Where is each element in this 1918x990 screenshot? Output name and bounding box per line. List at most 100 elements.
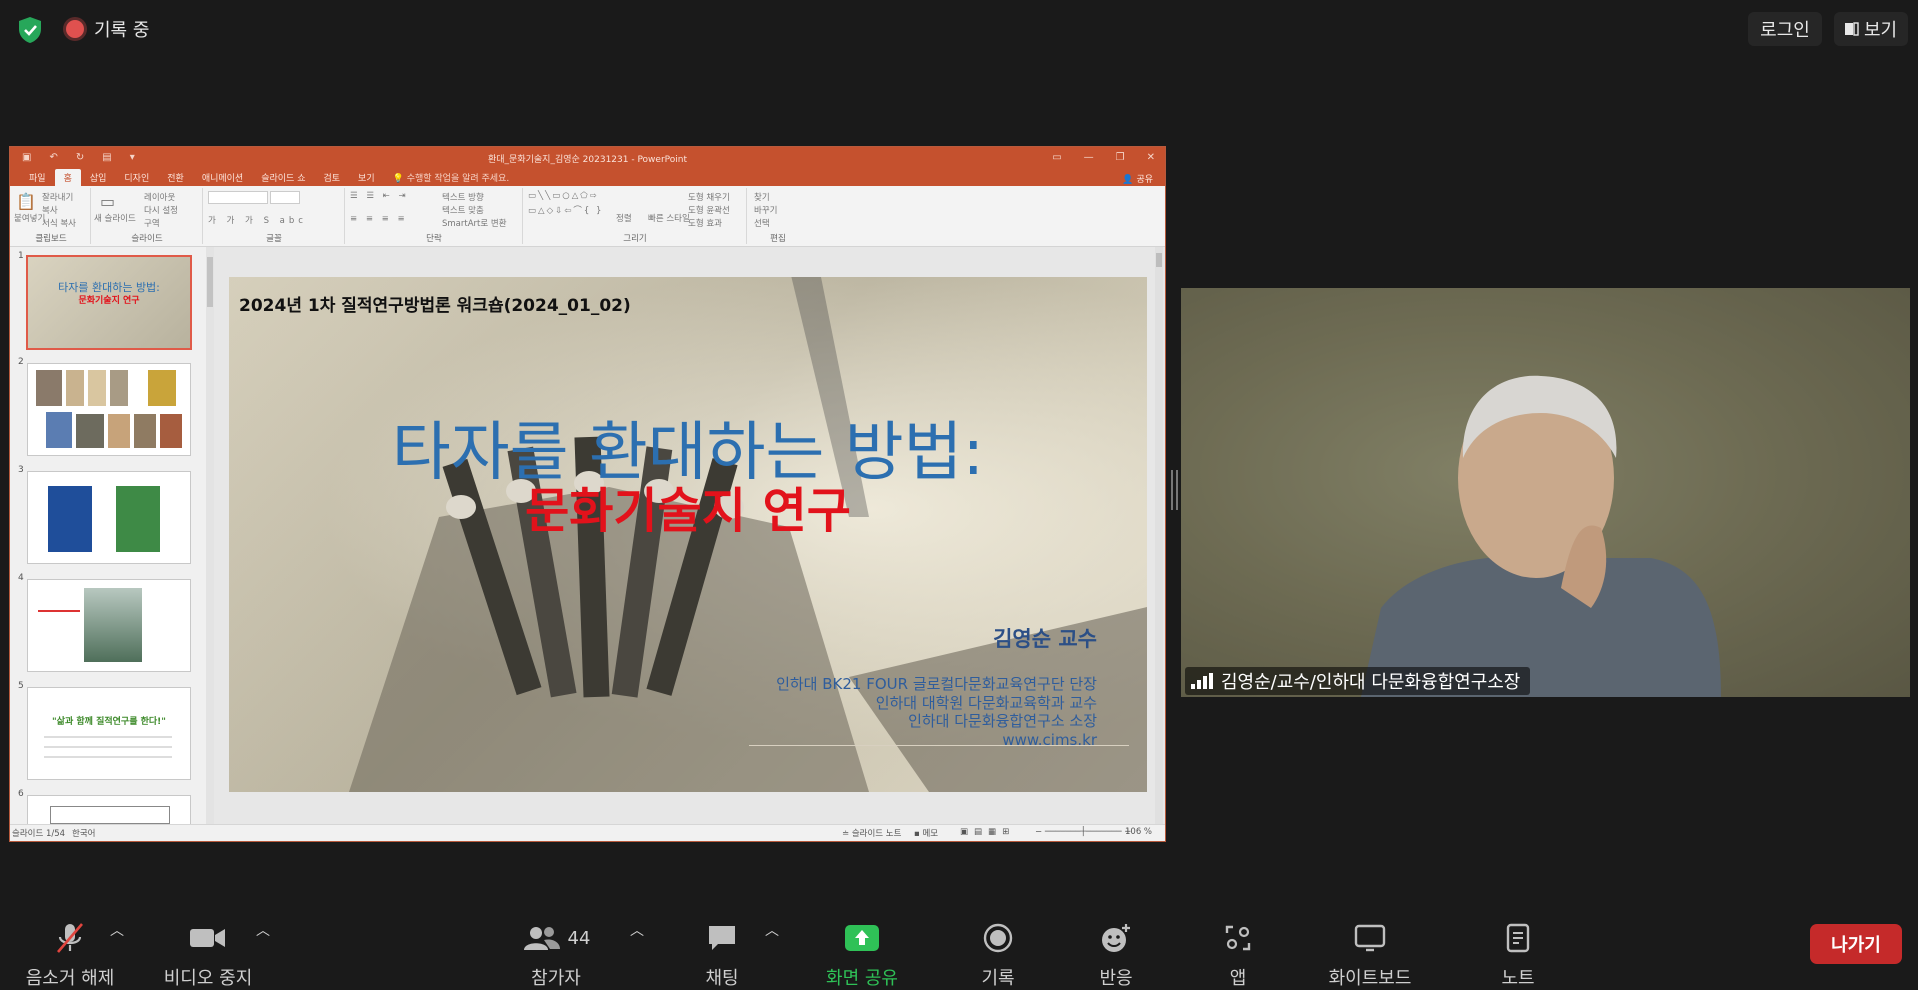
slide-thumbnail-2[interactable] <box>27 363 191 456</box>
stop-video-button[interactable]: 비디오 중지 <box>152 920 264 989</box>
bullet-icons[interactable]: ☰ ☰ ⇤ ⇥ <box>350 191 409 201</box>
shape-effects-button[interactable]: 도형 효과 <box>688 217 722 229</box>
share-screen-label: 화면 공유 <box>826 968 898 989</box>
slide-thumbnail-6[interactable] <box>27 795 191 826</box>
participant-name: 김영순/교수/인하대 다문화융합연구소장 <box>1221 672 1521 693</box>
paste-icon[interactable]: 📋 <box>16 192 36 211</box>
shapes-gallery[interactable]: ▭╲╲▭○△⬠⇨ <box>528 191 599 201</box>
video-options-chevron-icon[interactable]: ︿ <box>256 920 270 940</box>
quick-styles-button[interactable]: 빠른 스타일 <box>648 212 690 224</box>
layout-button[interactable]: 레이아웃 <box>144 191 175 203</box>
slide-thumbnail-1[interactable]: 타자를 환대하는 방법: 문화기술지 연구 <box>26 255 192 350</box>
format-painter-button[interactable]: 서식 복사 <box>42 217 76 229</box>
copy-button[interactable]: 복사 <box>42 204 58 216</box>
chat-options-chevron-icon[interactable]: ︿ <box>765 920 779 940</box>
slide-scrollbar[interactable] <box>1155 247 1163 825</box>
ppt-title-bar: ▣ ↶ ↻ ▤ ▾ 환대_문화기술지_김영순 20231231 - PowerP… <box>10 147 1165 169</box>
tab-insert[interactable]: 삽입 <box>81 169 116 186</box>
arrange-button[interactable]: 정렬 <box>616 212 632 224</box>
participants-chevron-icon[interactable]: ︿ <box>630 920 644 940</box>
close-icon[interactable]: ✕ <box>1147 152 1155 163</box>
tab-design[interactable]: 디자인 <box>115 169 158 186</box>
tab-animations[interactable]: 애니메이션 <box>193 169 252 186</box>
participants-icon: 44 <box>500 920 612 956</box>
participant-video-tile[interactable]: 김영순/교수/인하대 다문화융합연구소장 <box>1181 288 1910 697</box>
slide-thumbnail-5[interactable]: "삶과 함께 질적연구를 한다!" <box>27 687 191 780</box>
leave-meeting-button[interactable]: 나가기 <box>1810 924 1902 964</box>
participants-button[interactable]: 44 참가자 <box>500 920 612 989</box>
align-text-button[interactable]: 텍스트 맞춤 <box>442 204 484 216</box>
reactions-button[interactable]: 반응 <box>1060 920 1172 989</box>
ppt-workspace: 1 타자를 환대하는 방법: 문화기술지 연구 2 3 4 5 "삶과 함께 질… <box>10 247 1165 826</box>
affiliation-line: 인하대 대학원 다문화교육학과 교수 <box>875 693 1097 712</box>
align-icons[interactable]: ≡ ≡ ≡ ≡ <box>350 214 408 224</box>
chat-button[interactable]: 채팅 <box>666 920 778 989</box>
unmute-label: 음소거 해제 <box>25 968 115 989</box>
whiteboard-button[interactable]: 화이트보드 <box>1314 920 1426 989</box>
tab-home[interactable]: 홈 <box>54 169 81 186</box>
participants-label: 참가자 <box>531 968 581 989</box>
zoom-slider[interactable]: − ───────┼─────── + <box>1035 827 1131 837</box>
login-button[interactable]: 로그인 <box>1748 12 1822 46</box>
tab-review[interactable]: 검토 <box>314 169 349 186</box>
audio-options-chevron-icon[interactable]: ︿ <box>110 920 124 940</box>
slide-thumbnails-pane[interactable]: 1 타자를 환대하는 방법: 문화기술지 연구 2 3 4 5 "삶과 함께 질… <box>10 247 213 826</box>
thumb-5-title: "삶과 함께 질적연구를 한다!" <box>52 717 166 727</box>
tab-file[interactable]: 파일 <box>20 169 55 186</box>
font-size-field[interactable] <box>270 191 300 204</box>
meeting-controls-toolbar: 음소거 해제 ︿ 비디오 중지 ︿ 44 참가자 ︿ 채팅 ︿ 화면 공유 기록 <box>0 900 1918 989</box>
slide-editor-canvas[interactable]: 2024년 1차 질적연구방법론 워크숍(2024_01_02) 타자를 환대하… <box>229 277 1147 792</box>
share-button[interactable]: 👤 공유 <box>1122 172 1153 185</box>
shape-outline-button[interactable]: 도형 윤곽선 <box>688 204 730 216</box>
ribbon-home: 📋 붙여넣기 잘라내기 복사 서식 복사 클립보드 ▭ 새 슬라이드 레이아웃 … <box>10 186 1165 247</box>
tab-slideshow[interactable]: 슬라이드 쇼 <box>252 169 314 186</box>
ribbon-tabs: 파일 홈 삽입 디자인 전환 애니메이션 슬라이드 쇼 검토 보기 💡 수행할 … <box>10 169 1165 186</box>
editing-group-label: 편집 <box>770 234 786 244</box>
new-slide-icon[interactable]: ▭ <box>100 192 115 211</box>
shared-screen-powerpoint[interactable]: ▣ ↶ ↻ ▤ ▾ 환대_문화기술지_김영순 20231231 - PowerP… <box>9 146 1166 842</box>
comments-button[interactable]: ▪ 메모 <box>914 827 938 839</box>
find-button[interactable]: 찾기 <box>754 191 770 203</box>
minimize-icon[interactable]: — <box>1084 152 1094 163</box>
cut-button[interactable]: 잘라내기 <box>42 191 73 203</box>
slide-thumbnail-3[interactable] <box>27 471 191 564</box>
panel-resize-handle[interactable] <box>1171 470 1178 510</box>
share-screen-button[interactable]: 화면 공유 <box>806 920 918 989</box>
select-button[interactable]: 선택 <box>754 217 770 229</box>
reset-button[interactable]: 다시 설정 <box>144 204 178 216</box>
zoom-level[interactable]: 106 % <box>1125 827 1152 837</box>
replace-button[interactable]: 바꾸기 <box>754 204 777 216</box>
security-shield-icon[interactable] <box>14 14 46 46</box>
shapes-gallery-row2[interactable]: ▭△◇⇩⇦⌒{ } <box>528 204 603 216</box>
restore-icon[interactable]: ❐ <box>1116 152 1125 163</box>
tab-view[interactable]: 보기 <box>349 169 384 186</box>
view-button[interactable]: 보기 <box>1834 12 1908 46</box>
tell-me-search[interactable]: 💡 수행할 작업을 알려 주세요. <box>384 169 519 186</box>
notes-button[interactable]: 노트 <box>1462 920 1574 989</box>
view-label: 보기 <box>1863 20 1898 41</box>
participant-count: 44 <box>567 927 591 949</box>
smartart-button[interactable]: SmartArt로 변환 <box>442 217 507 229</box>
group-drawing: ▭╲╲▭○△⬠⇨ ▭△◇⇩⇦⌒{ } 정렬 빠른 스타일 도형 채우기 도형 윤… <box>524 188 747 244</box>
paste-label[interactable]: 붙여넣기 <box>14 212 45 224</box>
text-direction-button[interactable]: 텍스트 방향 <box>442 191 484 203</box>
apps-button[interactable]: 앱 <box>1182 920 1294 989</box>
shape-fill-button[interactable]: 도형 채우기 <box>688 191 730 203</box>
ribbon-display-icon[interactable]: ▭ <box>1052 152 1061 163</box>
notes-button[interactable]: ≐ 슬라이드 노트 <box>842 827 901 839</box>
section-button[interactable]: 구역 <box>144 217 160 229</box>
tab-transitions[interactable]: 전환 <box>158 169 193 186</box>
font-format-icons[interactable]: 가 가 가 S abc <box>208 214 307 226</box>
view-mode-icons[interactable]: ▣▤▦⊞ <box>960 827 1015 837</box>
language-indicator[interactable]: 한국어 <box>72 827 95 839</box>
record-button[interactable]: 기록 <box>942 920 1054 989</box>
group-font: 가 가 가 S abc 글꼴 <box>204 188 345 244</box>
recording-indicator[interactable]: 기록 중 <box>66 16 149 42</box>
slide-thumbnail-4[interactable] <box>27 579 191 672</box>
thumbnails-scrollbar[interactable] <box>206 247 214 825</box>
font-name-field[interactable] <box>208 191 268 204</box>
comments-label: 메모 <box>922 829 939 839</box>
thumb-number: 1 <box>18 251 24 261</box>
slide-counter: 슬라이드 1/54 <box>12 829 66 839</box>
new-slide-button[interactable]: 새 슬라이드 <box>94 212 136 224</box>
